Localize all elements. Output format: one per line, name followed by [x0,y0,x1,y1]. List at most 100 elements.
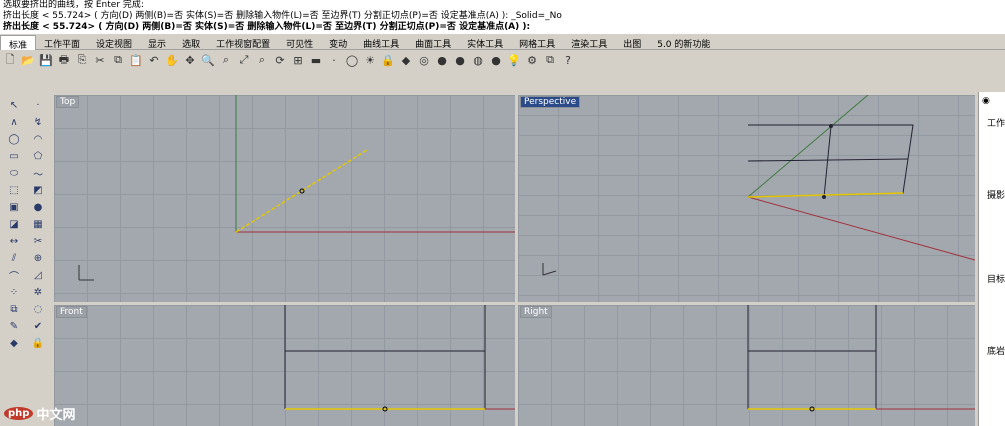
open-folder-icon[interactable]: 📂 [20,52,36,68]
copy-icon[interactable]: ⧉ [110,52,126,68]
freeform-icon[interactable]: 〜 [26,165,50,182]
chamfer-icon[interactable]: ◿ [26,267,50,284]
hide-icon[interactable]: ◌ [26,301,50,318]
properties-icon[interactable]: ▬ [308,52,324,68]
zoom-window-icon[interactable]: ⌕ [218,52,234,68]
ellipse-icon[interactable]: ⬭ [2,165,26,182]
extrude-icon[interactable]: ⬚ [2,182,26,199]
rotate-view-icon[interactable]: ⟳ [272,52,288,68]
toolbar-tabs: 标准 工作平面 设定视图 显示 选取 工作视窗配置 可见性 变动 曲线工具 曲面工具 实体工具 网格工… [0,35,1005,51]
tab-13[interactable]: 出图 [615,35,649,50]
tab-11[interactable]: 网格工具 [511,35,563,50]
tab-3[interactable]: 显示 [140,35,174,50]
circle-icon[interactable]: ◯ [344,52,360,68]
light-icon[interactable]: ☀ [362,52,378,68]
group-icon[interactable]: ⧉ [2,301,26,318]
viewport-title[interactable]: Front [56,306,87,318]
curve-icon[interactable]: ↯ [26,114,50,131]
move-icon[interactable]: ✥ [182,52,198,68]
viewport-title[interactable]: Right [520,306,552,318]
front-geometry [284,305,515,412]
print-icon[interactable]: 🖶 [56,52,72,68]
watermark-text: 中文网 [36,408,76,423]
tab-8[interactable]: 曲线工具 [355,35,407,50]
top-geometry [78,95,515,281]
rectangle-icon[interactable]: ▭ [2,148,26,165]
pan-hand-icon[interactable]: ✋ [164,52,180,68]
shaded-sphere-icon[interactable]: ● [434,52,450,68]
point-icon[interactable]: · [326,52,342,68]
viewport-title[interactable]: Perspective [520,96,581,108]
lock-icon[interactable]: 🔒 [26,335,50,352]
zoom-extents-icon[interactable]: ⤢ [236,52,252,68]
viewport-perspective[interactable]: Perspective [518,95,975,302]
fillet-icon[interactable]: ⌒ [2,267,26,284]
explode-icon[interactable]: ✲ [26,284,50,301]
rhino-options-icon[interactable]: ⚙ [524,52,540,68]
tab-2[interactable]: 设定视图 [88,35,140,50]
zoom-selected-icon[interactable]: ⌕ [254,52,270,68]
tab-7[interactable]: 变动 [321,35,355,50]
tab-10[interactable]: 实体工具 [459,35,511,50]
cut-icon[interactable]: ✂ [92,52,108,68]
viewport-title[interactable]: Top [56,96,80,108]
color-icon[interactable]: ◎ [416,52,432,68]
rendered-sphere-icon[interactable]: ● [452,52,468,68]
left-toolbar: ↖ · ∧ ↯ ◯ ◠ ▭ ⬠ ⬭ 〜 ⬚ ◩ ▣ ● ◪ ▦ ↔ ✂ ⫽ ⊕ ⌒ ◿ ⁘ ✲ ⧉ ◌ ✎ ✔ ◆ 🔒 [0,95,52,426]
help-icon[interactable]: ? [560,52,576,68]
render-icon[interactable]: ◆ [2,335,26,352]
analyze-icon[interactable]: ✎ [2,318,26,335]
mesh-icon[interactable]: ▦ [26,216,50,233]
perspective-geometry [542,95,975,276]
properties-panel: ◉ 工作 摄影 目标 底岩 [978,92,1005,426]
array-icon[interactable]: ⁘ [2,284,26,301]
tab-1[interactable]: 工作平面 [36,35,88,50]
viewport-right[interactable]: Right [518,305,975,426]
polyline-icon[interactable]: ∧ [2,114,26,131]
zoom-icon[interactable]: 🔍 [200,52,216,68]
ghosted-sphere-icon[interactable]: ◍ [470,52,486,68]
watermark: php 中文网 [4,404,75,423]
box-icon[interactable]: ▣ [2,199,26,216]
lock-icon[interactable]: 🔒 [380,52,396,68]
viewport-top[interactable]: Top [54,95,515,302]
tab-5[interactable]: 工作视窗配置 [208,35,278,50]
undo-icon[interactable]: ↶ [146,52,162,68]
four-viewports-icon[interactable]: ⊞ [290,52,306,68]
panel-radio-icon[interactable]: ◉ [982,96,990,106]
check-icon[interactable]: ✔ [26,318,50,335]
tab-6[interactable]: 可见性 [278,35,321,50]
sphere-icon[interactable]: ● [26,199,50,216]
standard-toolbar: 🗋 📂 💾 🖶 ⎘ ✂ ⧉ 📋 ↶ ✋ ✥ 🔍 ⌕ ⤢ ⌕ ⟳ ⊞ ▬ · ◯ ☀ 🔒 ◆ ◎ ● ● ◍ ● 💡 ⚙ ⧉? [2,51,576,69]
command-prompt[interactable]: 挤出长度 < 55.724> ( 方向(D) 两侧(B)=否 实体(S)=否 删… [3,22,1005,33]
tab-14[interactable]: 5.0 的新功能 [649,35,718,50]
group-icon[interactable]: ⧉ [542,52,558,68]
split-icon[interactable]: ⫽ [2,250,26,267]
join-icon[interactable]: ⊕ [26,250,50,267]
viewport-front[interactable]: Front [54,305,515,426]
solid-edit-icon[interactable]: ◪ [2,216,26,233]
panel-label: 底岩 [987,347,1005,357]
panel-label: 工作 [987,119,1005,129]
lightbulb-icon[interactable]: 💡 [506,52,522,68]
render-icon[interactable]: ◆ [398,52,414,68]
polygon-icon[interactable]: ⬠ [26,148,50,165]
blue-sphere-icon[interactable]: ● [488,52,504,68]
dimension-icon[interactable]: ↔ [2,233,26,250]
trim-icon[interactable]: ✂ [26,233,50,250]
arc-icon[interactable]: ◠ [26,131,50,148]
tab-0[interactable]: 标准 [0,35,37,51]
point-icon[interactable]: · [26,97,50,114]
tab-9[interactable]: 曲面工具 [407,35,459,50]
surface-icon[interactable]: ◩ [26,182,50,199]
save-icon[interactable]: 💾 [38,52,54,68]
new-file-icon[interactable]: 🗋 [2,52,18,68]
select-arrow-icon[interactable]: ↖ [2,97,26,114]
panel-label: 目标 [987,275,1005,285]
tab-4[interactable]: 选取 [174,35,208,50]
command-history: 选取要挤出的曲线，按 Enter 完成: 挤出长度 < 55.724> ( 方向… [0,0,1005,34]
circle-icon[interactable]: ◯ [2,131,26,148]
import-icon[interactable]: ⎘ [74,52,90,68]
paste-icon[interactable]: 📋 [128,52,144,68]
tab-12[interactable]: 渲染工具 [563,35,615,50]
